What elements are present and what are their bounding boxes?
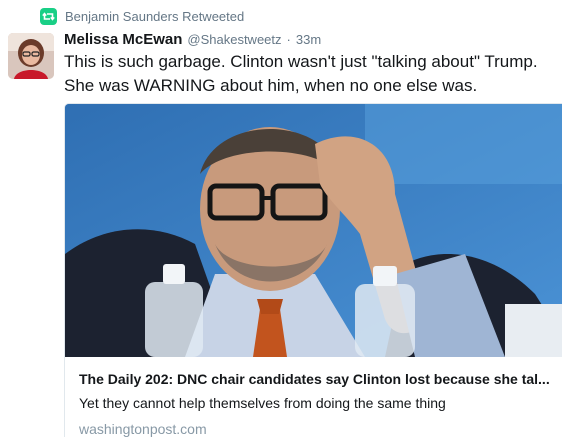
card-domain[interactable]: washingtonpost.com: [79, 419, 549, 437]
card-title[interactable]: The Daily 202: DNC chair candidates say …: [79, 369, 549, 389]
card-description: Yet they cannot help themselves from doi…: [79, 395, 446, 411]
timestamp[interactable]: 33m: [296, 32, 321, 47]
tweet-text: This is such garbage. Clinton wasn't jus…: [64, 52, 538, 95]
retweet-icon: [40, 8, 57, 25]
avatar[interactable]: [8, 33, 54, 79]
retweet-context[interactable]: Benjamin Saunders Retweeted: [40, 8, 244, 25]
card-body: The Daily 202: DNC chair candidates say …: [79, 369, 549, 437]
link-card[interactable]: The Daily 202: DNC chair candidates say …: [64, 103, 562, 437]
tweet-header: Melissa McEwan @Shakestweetz · 33m: [64, 31, 321, 48]
card-image[interactable]: [65, 104, 562, 357]
retweet-label: Benjamin Saunders Retweeted: [65, 9, 245, 24]
tweet[interactable]: Benjamin Saunders Retweeted Melissa McEw…: [0, 0, 562, 437]
separator: ·: [286, 32, 291, 47]
author-name[interactable]: Melissa McEwan: [64, 31, 182, 48]
author-handle[interactable]: @Shakestweetz: [187, 32, 281, 47]
